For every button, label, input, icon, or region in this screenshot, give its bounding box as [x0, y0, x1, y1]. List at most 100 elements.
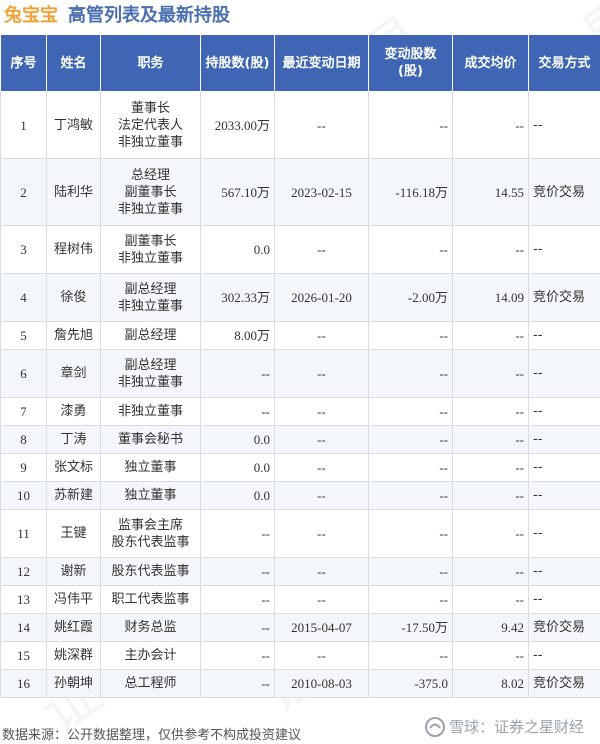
cell-date: --: [274, 557, 369, 586]
cell-mode: --: [528, 321, 600, 350]
cell-change: --: [368, 425, 453, 454]
cell-price: --: [452, 425, 529, 454]
cell-position: 总经理 副董事长 非独立董事: [100, 158, 201, 226]
cell-name: 詹先旭: [46, 321, 101, 350]
cell-mode: --: [528, 425, 600, 454]
cell-mode: --: [528, 91, 600, 159]
cell-price: --: [452, 397, 529, 426]
col-header-date: 最近变动日期: [274, 34, 369, 92]
col-header-mode: 交易方式: [528, 34, 600, 92]
page-title: 兔宝宝 高管列表及最新持股: [4, 4, 230, 28]
cell-mode: --: [528, 641, 600, 670]
position-line: 非独立董事: [117, 298, 183, 314]
position-line: 法定代表人: [117, 117, 183, 133]
cell-holding: 2033.00万: [200, 91, 275, 159]
position-line: 主办会计: [124, 648, 177, 663]
table-header-row: 序号 姓名 职务 持股数(股) 最近变动日期 变动股数(股) 成交均价 交易方式: [0, 34, 600, 92]
col-header-change: 变动股数(股): [368, 34, 453, 92]
cell-position: 独立董事: [100, 481, 201, 510]
table-row: 11 王键 监事会主席 股东代表监事 -- -- -- -- --: [0, 509, 600, 558]
cell-name: 章剑: [46, 349, 101, 398]
cell-holding: --: [200, 509, 275, 558]
cell-name: 丁鸿敏: [46, 91, 101, 159]
cell-position: 独立董事: [100, 453, 201, 482]
position-line: 监事会主席: [117, 517, 183, 533]
cell-index: 15: [0, 641, 47, 670]
cell-date: --: [274, 321, 369, 350]
position-line: 股东代表监事: [111, 564, 190, 579]
position-line: 副董事长: [124, 184, 177, 200]
cell-position: 副董事长 非独立董事: [100, 225, 201, 274]
cell-name: 孙朝坤: [46, 669, 101, 698]
cell-price: 14.55: [452, 158, 529, 226]
cell-change: -116.18万: [368, 158, 453, 226]
position-line: 职工代表监事: [111, 592, 190, 607]
cell-index: 4: [0, 273, 47, 322]
cell-holding: 0.0: [200, 425, 275, 454]
cell-name: 谢新: [46, 557, 101, 586]
cell-index: 3: [0, 225, 47, 274]
cell-position: 董事会秘书: [100, 425, 201, 454]
position-line: 独立董事: [124, 460, 177, 475]
cell-date: --: [274, 481, 369, 510]
cell-mode: --: [528, 557, 600, 586]
data-source-note: 数据来源：公开数据整理，仅供参考不构成投资建议: [2, 728, 302, 743]
cell-price: --: [452, 585, 529, 614]
cell-change: --: [368, 509, 453, 558]
cell-name: 苏新建: [46, 481, 101, 510]
cell-mode: 竞价交易: [528, 669, 600, 698]
title-heading: 高管列表及最新持股: [68, 5, 230, 26]
cell-mode: --: [528, 585, 600, 614]
cell-position: 副总经理 非独立董事: [100, 349, 201, 398]
cell-change: --: [368, 481, 453, 510]
cell-index: 14: [0, 613, 47, 642]
cell-price: --: [452, 641, 529, 670]
cell-mode: 竞价交易: [528, 273, 600, 322]
cell-holding: --: [200, 641, 275, 670]
cell-holding: --: [200, 613, 275, 642]
cell-position: 副总经理: [100, 321, 201, 350]
col-header-price: 成交均价: [452, 34, 529, 92]
cell-date: 2015-04-07: [274, 613, 369, 642]
cell-date: --: [274, 509, 369, 558]
position-line: 总工程师: [124, 676, 177, 691]
cell-name: 姚红霞: [46, 613, 101, 642]
cell-index: 12: [0, 557, 47, 586]
table-row: 6 章剑 副总经理 非独立董事 -- -- -- -- --: [0, 349, 600, 398]
cell-holding: 302.33万: [200, 273, 275, 322]
table-row: 7 漆勇 非独立董事 -- -- -- -- --: [0, 397, 600, 426]
cell-change: --: [368, 91, 453, 159]
cell-name: 张文标: [46, 453, 101, 482]
cell-change: --: [368, 397, 453, 426]
cell-price: --: [452, 557, 529, 586]
cell-price: --: [452, 509, 529, 558]
cell-mode: --: [528, 453, 600, 482]
table-row: 15 姚深群 主办会计 -- -- -- -- --: [0, 641, 600, 670]
cell-name: 王键: [46, 509, 101, 558]
cell-price: --: [452, 349, 529, 398]
cell-position: 主办会计: [100, 641, 201, 670]
cell-index: 8: [0, 425, 47, 454]
cell-index: 10: [0, 481, 47, 510]
cell-date: --: [274, 349, 369, 398]
cell-name: 陆利华: [46, 158, 101, 226]
cell-date: --: [274, 585, 369, 614]
cell-change: --: [368, 349, 453, 398]
cell-change: -375.0: [368, 669, 453, 698]
cell-mode: --: [528, 225, 600, 274]
snowball-icon: [424, 716, 445, 737]
cell-change: --: [368, 321, 453, 350]
cell-index: 6: [0, 349, 47, 398]
table-row: 9 张文标 独立董事 0.0 -- -- -- --: [0, 453, 600, 482]
cell-mode: --: [528, 397, 600, 426]
position-line: 非独立董事: [117, 250, 183, 266]
cell-name: 徐俊: [46, 273, 101, 322]
cell-change: -17.50万: [368, 613, 453, 642]
table-row: 4 徐俊 副总经理 非独立董事 302.33万 2026-01-20 -2.00万 14.09…: [0, 273, 600, 322]
position-line: 非独立董事: [117, 374, 183, 390]
executive-table: 序号 姓名 职务 持股数(股) 最近变动日期 变动股数(股) 成交均价 交易方式…: [0, 34, 600, 698]
cell-holding: 0.0: [200, 481, 275, 510]
cell-date: --: [274, 641, 369, 670]
cell-name: 丁涛: [46, 425, 101, 454]
cell-position: 财务总监: [100, 613, 201, 642]
